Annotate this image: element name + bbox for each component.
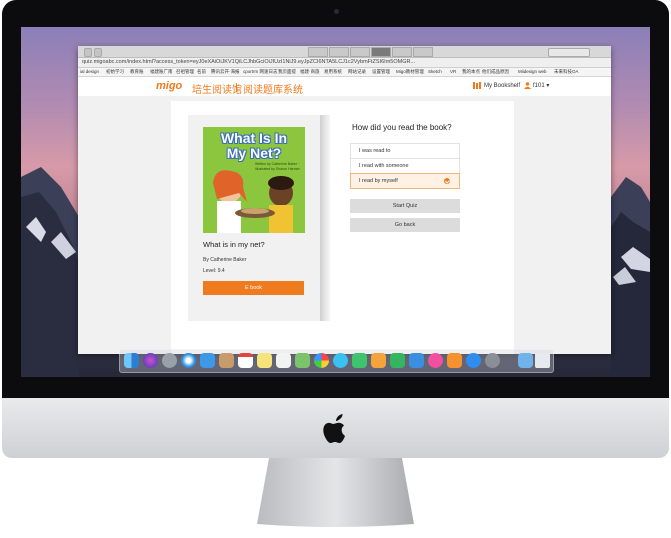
ebook-button[interactable]: E book	[203, 281, 304, 295]
tab-active[interactable]	[371, 47, 391, 57]
browser-titlebar	[78, 46, 611, 58]
check-icon	[444, 178, 450, 184]
my-bookshelf-link[interactable]: My Bookshelf	[473, 82, 520, 89]
bookmark-item[interactable]: 教育账	[130, 68, 144, 76]
trash-icon[interactable]	[535, 353, 550, 368]
bookmark-item[interactable]: 初始学习	[106, 68, 124, 76]
bookmark-item[interactable]: ial design	[80, 68, 99, 76]
siri-icon[interactable]	[143, 353, 158, 368]
bookmark-item[interactable]: Migo教材管理	[396, 68, 424, 76]
dock	[119, 349, 554, 373]
messages-icon[interactable]	[333, 353, 348, 368]
tab[interactable]	[308, 47, 328, 57]
book-level: Level: 9.4	[203, 268, 225, 274]
user-menu[interactable]: f101 ▾	[524, 82, 549, 89]
facetime-icon[interactable]	[352, 353, 367, 368]
bookmark-item[interactable]: VR	[450, 68, 456, 76]
main-content: What Is In My Net? Written by Catherine …	[78, 96, 611, 354]
bookmark-item[interactable]: 名前	[197, 68, 206, 76]
user-icon	[524, 82, 531, 89]
logo[interactable]: migo	[156, 80, 182, 92]
bookmark-item[interactable]: 福建账广南	[150, 68, 173, 76]
app-store-icon[interactable]	[466, 353, 481, 368]
reminders-icon[interactable]	[276, 353, 291, 368]
calendar-icon[interactable]	[238, 353, 253, 368]
launchpad-icon[interactable]	[162, 353, 177, 368]
book-title: What is in my net?	[203, 240, 265, 249]
safari-icon[interactable]	[181, 353, 196, 368]
user-label: f101 ▾	[533, 83, 550, 89]
camera-icon	[334, 9, 339, 14]
bookmark-item[interactable]: 未来科技OA	[554, 68, 579, 76]
bookmark-item[interactable]: 召祖管理	[176, 68, 194, 76]
browser-tabs	[308, 47, 434, 57]
brand-subtitle: 阅读题库系统	[243, 85, 303, 96]
numbers-icon[interactable]	[390, 353, 405, 368]
bookmark-item[interactable]: Sketch	[428, 68, 442, 76]
finder-icon[interactable]	[124, 353, 139, 368]
desktop: quiz.migoabc.com/index.html?access_token…	[21, 27, 650, 377]
forward-icon[interactable]	[94, 48, 102, 57]
tab[interactable]	[392, 47, 412, 57]
contacts-icon[interactable]	[219, 353, 234, 368]
browser-search-field[interactable]	[548, 48, 590, 57]
quiz-question: How did you read the book?	[352, 123, 452, 132]
option-read-with-someone[interactable]: I read with someone	[350, 158, 460, 173]
option-read-to[interactable]: I was read to	[350, 143, 460, 158]
quiz-card: What Is In My Net? Written by Catherine …	[171, 101, 514, 354]
brand-name: 培生阅读馆	[192, 85, 242, 96]
brand-divider	[236, 83, 237, 92]
bookmark-item[interactable]: 我页面提	[278, 68, 296, 76]
tab[interactable]	[350, 47, 370, 57]
bookmark-item[interactable]: cportrm 网速日志	[243, 68, 278, 76]
notes-icon[interactable]	[257, 353, 272, 368]
bookmark-item[interactable]: 福建·商旅	[300, 68, 320, 76]
tab[interactable]	[413, 47, 433, 57]
address-bar[interactable]: quiz.migoabc.com/index.html?access_token…	[78, 58, 611, 68]
bookmark-item[interactable]: Miidesign web	[518, 68, 547, 76]
bookmark-item[interactable]: 我的本点	[462, 68, 480, 76]
photos-icon[interactable]	[314, 353, 329, 368]
itunes-icon[interactable]	[428, 353, 443, 368]
bookmark-item[interactable]: 设置管理	[372, 68, 390, 76]
browser-window: quiz.migoabc.com/index.html?access_token…	[78, 46, 611, 354]
start-quiz-button[interactable]: Start Quiz	[350, 199, 460, 213]
keynote-icon[interactable]	[409, 353, 424, 368]
bookmark-item[interactable]: 网站记录	[348, 68, 366, 76]
folder-icon[interactable]	[518, 353, 533, 368]
book-author: By Catherine Baker	[203, 257, 247, 263]
go-back-button[interactable]: Go back	[350, 218, 460, 232]
maps-icon[interactable]	[295, 353, 310, 368]
bookmarks-bar: ial design 初始学习 教育账 福建账广南 召祖管理 名前 腾讯云开·海…	[78, 68, 611, 77]
cover-illustration	[213, 170, 294, 233]
bookmark-item[interactable]: 易用系统	[324, 68, 342, 76]
imac-stand	[257, 458, 414, 527]
bookshelf-icon	[473, 82, 481, 89]
site-header: migo 培生阅读馆 阅读题库系统 My Bookshelf f101 ▾	[78, 77, 611, 98]
mail-icon[interactable]	[200, 353, 215, 368]
preferences-icon[interactable]	[485, 353, 500, 368]
bookshelf-label: My Bookshelf	[484, 82, 521, 89]
option-read-by-myself[interactable]: I read by myself	[350, 173, 460, 189]
ibooks-icon[interactable]	[447, 353, 462, 368]
reading-options: I was read to I read with someone I read…	[350, 143, 460, 189]
imac-frame: quiz.migoabc.com/index.html?access_token…	[0, 0, 671, 538]
bookmark-item[interactable]: 腾讯云开·海报	[211, 68, 240, 76]
book-cover[interactable]: What Is In My Net? Written by Catherine …	[203, 127, 305, 233]
tab[interactable]	[329, 47, 349, 57]
pages-icon[interactable]	[371, 353, 386, 368]
back-icon[interactable]	[84, 48, 92, 57]
apple-logo-icon	[323, 414, 345, 443]
url-text: quiz.migoabc.com/index.html?access_token…	[82, 59, 416, 65]
book-spine	[320, 115, 330, 321]
book-panel: What Is In My Net? Written by Catherine …	[188, 115, 330, 321]
bookmark-item[interactable]: 他们成品原因	[482, 68, 509, 76]
